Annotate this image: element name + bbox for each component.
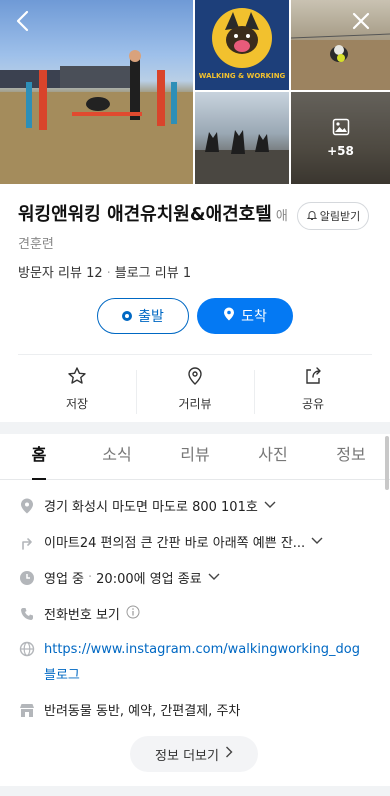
location-pin-icon [185, 366, 205, 389]
logo-photo[interactable]: WALKING & WORKING [195, 0, 289, 90]
separator-dot: · [88, 570, 93, 585]
close-icon [351, 11, 371, 35]
save-label: 저장 [65, 397, 89, 411]
logo-text: WALKING & WORKING [198, 72, 286, 80]
share-button[interactable]: 공유 [254, 366, 372, 414]
place-name: 워킹앤워킹 애견유치원&애견호텔 [18, 204, 272, 225]
hours-row[interactable]: 영업 중 · 20:00에 영업 종료 [18, 568, 220, 587]
more-photos[interactable]: +58 [291, 92, 390, 184]
directions-text: 이마트24 편의점 큰 간판 바로 아래쪽 예쁜 잔... [44, 536, 306, 551]
start-button[interactable]: 출발 [97, 298, 189, 334]
business-status: 영업 중 [44, 572, 85, 587]
address-row[interactable]: 경기 화성시 마도면 마도로 800 101호 [18, 496, 276, 515]
phone-icon [18, 605, 36, 623]
globe-icon [18, 640, 36, 658]
website-row[interactable]: https://www.instagram.com/walkingworking… [18, 640, 360, 658]
alarm-label: 알림받기 [319, 210, 361, 223]
clock-icon [18, 569, 36, 587]
start-label: 출발 [138, 309, 164, 325]
tab-photos[interactable]: 사진 [234, 434, 312, 479]
close-button[interactable] [346, 8, 376, 38]
location-pin-icon [18, 497, 36, 515]
action-bar: 저장 거리뷰 공유 [18, 366, 372, 414]
amenities-text: 반려동물 동반, 예약, 간편결제, 주차 [44, 704, 241, 719]
visitor-review-link[interactable]: 방문자 리뷰 12 [18, 266, 103, 281]
section-gap-bottom [0, 786, 390, 796]
start-icon [122, 311, 133, 321]
star-icon [67, 366, 87, 389]
review-summary: 방문자 리뷰 12 · 블로그 리뷰 1 [18, 262, 191, 281]
tab-home[interactable]: 홈 [0, 434, 78, 480]
image-icon [332, 118, 350, 140]
phone-row[interactable]: 전화번호 보기 [18, 604, 140, 623]
address-text: 경기 화성시 마도면 마도로 800 101호 [44, 500, 258, 515]
save-button[interactable]: 저장 [18, 366, 136, 414]
website-link[interactable]: https://www.instagram.com/walkingworking… [44, 642, 360, 657]
amenities-row: 반려동물 동반, 예약, 간편결제, 주차 [18, 700, 240, 719]
chevron-down-icon [264, 498, 276, 513]
separator-dot: · [106, 266, 111, 281]
section-gap [0, 422, 390, 434]
chevron-down-icon [208, 570, 220, 585]
place-title: 워킹앤워킹 애견유치원&애견호텔 애견훈련 [18, 202, 288, 258]
share-icon [303, 366, 323, 389]
blog-link[interactable]: 블로그 [44, 664, 80, 683]
arrive-label: 도착 [241, 309, 267, 325]
dogs-photo[interactable] [195, 92, 289, 184]
store-icon [18, 701, 36, 719]
photo-gallery: WALKING & WORKING +58 [0, 0, 390, 184]
route-arrow-icon [18, 533, 36, 551]
street-view-button[interactable]: 거리뷰 [136, 366, 254, 414]
more-info-label: 정보 더보기 [155, 748, 219, 764]
directions-row[interactable]: 이마트24 편의점 큰 간판 바로 아래쪽 예쁜 잔... [18, 532, 323, 551]
phone-text: 전화번호 보기 [44, 608, 120, 623]
route-buttons: 출발 도착 [97, 298, 293, 334]
more-photos-count: +58 [327, 144, 354, 158]
business-hours: 20:00에 영업 종료 [96, 572, 202, 587]
info-icon [126, 605, 140, 623]
blog-review-link[interactable]: 블로그 리뷰 1 [115, 266, 191, 281]
alarm-button[interactable]: 알림받기 [297, 202, 369, 230]
chevron-right-icon [225, 746, 233, 762]
divider [18, 354, 372, 355]
scrollbar[interactable] [385, 436, 389, 490]
tab-reviews[interactable]: 리뷰 [156, 434, 234, 479]
tab-info[interactable]: 정보 [312, 434, 390, 479]
share-label: 공유 [301, 397, 325, 411]
chevron-down-icon [311, 534, 323, 549]
arrive-button[interactable]: 도착 [197, 298, 293, 334]
tab-bar: 홈 소식 리뷰 사진 정보 [0, 434, 390, 480]
street-view-label: 거리뷰 [178, 397, 212, 411]
bell-icon [306, 209, 318, 224]
back-button[interactable] [8, 8, 38, 38]
tab-news[interactable]: 소식 [78, 434, 156, 479]
more-info-button[interactable]: 정보 더보기 [130, 736, 258, 772]
location-pin-icon [223, 307, 235, 325]
chevron-left-icon [14, 10, 32, 36]
